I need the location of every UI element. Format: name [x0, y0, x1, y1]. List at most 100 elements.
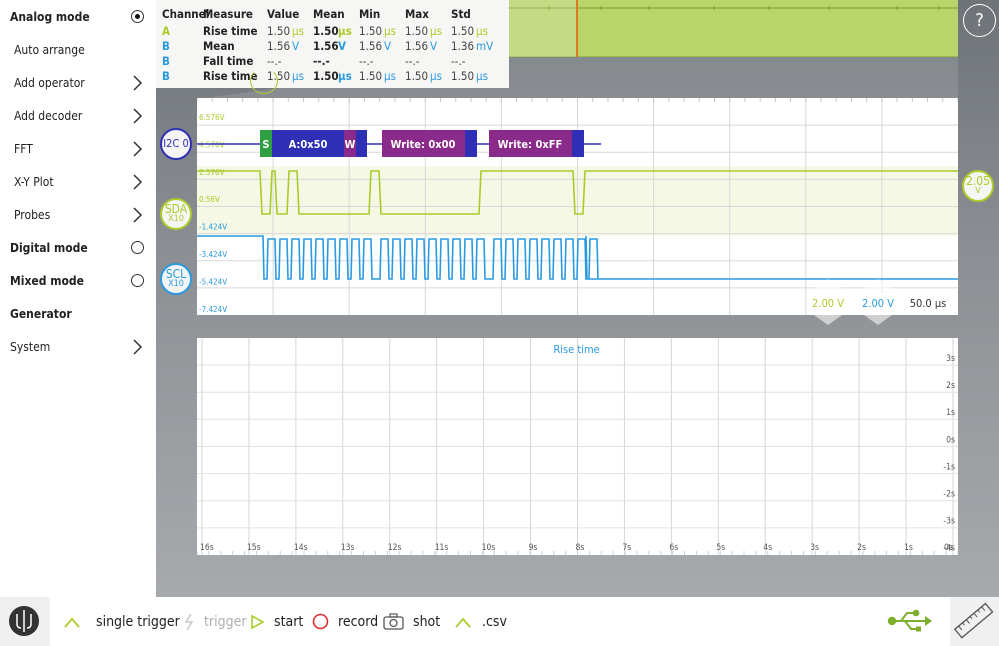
radio-button[interactable]: [131, 241, 144, 254]
x-tick-label: 5s: [716, 543, 725, 553]
y-axis-label: -1.424V: [199, 223, 227, 232]
decode-label: W: [345, 138, 356, 151]
menu-item-label: System: [10, 339, 51, 354]
menu-item-label: Digital mode: [10, 240, 88, 255]
y-tick-label: -2s: [943, 490, 955, 500]
i2c-channel-label: I2C 0: [163, 137, 189, 150]
lightning-icon: [184, 613, 194, 630]
std-unit: µs: [476, 24, 488, 38]
menu-item-x-y-plot[interactable]: X-Y Plot: [0, 165, 156, 198]
max-value: --.-: [405, 54, 420, 68]
min-value: 1.50: [359, 24, 383, 38]
x-tick-label: 10s: [482, 543, 496, 553]
start-button[interactable]: start: [249, 597, 303, 646]
menu-item-add-decoder[interactable]: Add decoder: [0, 99, 156, 132]
column-header: Measure: [203, 7, 253, 21]
export-csv-button[interactable]: .csv: [454, 597, 507, 646]
min-value: --.-: [359, 54, 374, 68]
max-value: 1.50: [405, 24, 429, 38]
chevron-right-icon: [133, 206, 143, 223]
column-header: Min: [359, 7, 381, 21]
help-button[interactable]: ?: [963, 4, 996, 37]
x-tick-label: 12s: [388, 543, 402, 553]
decode-frame: [572, 130, 584, 157]
menu-item-mixed-mode[interactable]: Mixed mode: [0, 264, 156, 297]
scl-channel-badge[interactable]: SCL X10: [160, 263, 192, 295]
value-value: 1.56: [267, 39, 291, 53]
sda-channel-badge[interactable]: SDA X10: [160, 198, 192, 230]
std-value: --.-: [451, 54, 466, 68]
usb-connection-icon: [887, 609, 932, 632]
measurement-row[interactable]: B Mean 1.56 V 1.56 V 1.56 V 1.56 V 1.36 mV: [156, 38, 509, 53]
i2c-channel-badge[interactable]: I2C 0: [160, 128, 192, 160]
record-icon: [312, 613, 329, 630]
menu-item-generator[interactable]: Generator: [0, 297, 156, 330]
menu-item-fft[interactable]: FFT: [0, 132, 156, 165]
sda-channel-label: SDA: [164, 202, 188, 216]
menu-item-label: FFT: [14, 141, 33, 156]
trigger-level-badge[interactable]: 2.05 V: [962, 170, 994, 202]
max-unit: V: [430, 39, 438, 53]
measurement-row[interactable]: B Fall time --.- --.- --.- --.- --.-: [156, 53, 509, 68]
y-axis-label: 4.576V: [199, 140, 225, 149]
value-value: 1.50: [267, 24, 291, 38]
y-axis-label: 2.576V: [199, 168, 225, 177]
radio-button[interactable]: [131, 10, 144, 23]
menu-item-label: Generator: [10, 306, 72, 321]
camera-icon: [383, 613, 404, 630]
app-logo-button[interactable]: [0, 597, 50, 646]
x-tick-label: 6s: [669, 543, 678, 553]
overview-bar[interactable]: [509, 0, 958, 57]
measurement-table: Channel Measure Value Mean Min Max Std A Rise ti…: [156, 0, 509, 88]
max-value: 1.56: [405, 39, 429, 53]
measurement-row[interactable]: B Rise time 1.50 µs 1.50 µs 1.50 µs 1.50 µs 1.50 µs: [156, 68, 509, 83]
trigger-button[interactable]: trigger: [182, 597, 247, 646]
min-value: 1.50: [359, 69, 383, 83]
y-axis-label: 6.576V: [199, 113, 225, 122]
menu-item-auto-arrange[interactable]: Auto arrange: [0, 33, 156, 66]
trigger-position-marker[interactable]: [250, 68, 278, 94]
x-tick-label: 1s: [904, 543, 913, 553]
history-canvas: 16s 15s 14s 13s 12s 11s 10s 9s 8s 7s 6s 5s 4s 3s 2s 1s 0…: [197, 338, 958, 555]
measure-name: Rise time: [203, 24, 258, 38]
menu-item-probes[interactable]: Probes: [0, 198, 156, 231]
measure-tool-button[interactable]: [950, 597, 999, 646]
menu-item-label: Analog mode: [10, 9, 90, 24]
scl-trace: [197, 235, 958, 280]
measurement-history-chart[interactable]: 16s 15s 14s 13s 12s 11s 10s 9s 8s 7s 6s 5s 4s 3s 2s 1s 0…: [197, 338, 958, 555]
mean-unit: µs: [338, 69, 352, 83]
chevron-up-icon: [64, 617, 80, 628]
record-button[interactable]: record: [312, 597, 378, 646]
radio-button[interactable]: [131, 274, 144, 287]
menu-item-label: X-Y Plot: [14, 174, 54, 189]
csv-label: .csv: [482, 613, 507, 630]
std-value: 1.50: [451, 69, 475, 83]
single-trigger-button[interactable]: single trigger: [63, 597, 180, 646]
menu-item-analog-mode[interactable]: Analog mode: [0, 0, 156, 33]
std-value: 1.36: [451, 39, 475, 53]
channel-label: B: [162, 54, 170, 68]
y-axis-label: -5.424V: [199, 277, 227, 286]
decode-label: S: [262, 138, 269, 151]
x-tick-label: 3s: [810, 543, 819, 553]
x-tick-label: 2s: [857, 543, 866, 553]
y-tick-label: 3s: [946, 354, 955, 364]
mean-value: --.-: [313, 54, 330, 68]
scale-arrows: [811, 279, 895, 325]
value-unit: µs: [292, 24, 304, 38]
measurement-row[interactable]: A Rise time 1.50 µs 1.50 µs 1.50 µs 1.50 µs 1.50 µs: [156, 23, 509, 38]
side-menu: Analog mode Auto arrange Add operator Add d…: [0, 0, 156, 362]
mean-value: 1.56: [313, 39, 339, 53]
decode-label: Write: 0x00: [391, 138, 456, 151]
menu-item-system[interactable]: System: [0, 330, 156, 363]
menu-item-digital-mode[interactable]: Digital mode: [0, 231, 156, 264]
chevron-right-icon: [133, 107, 143, 124]
menu-item-label: Add operator: [14, 75, 85, 90]
start-label: start: [274, 613, 304, 630]
column-header: Max: [405, 7, 429, 21]
value-unit: µs: [292, 69, 304, 83]
min-value: 1.56: [359, 39, 383, 53]
menu-item-add-operator[interactable]: Add operator: [0, 66, 156, 99]
screenshot-button[interactable]: shot: [383, 597, 440, 646]
column-header: Std: [451, 7, 471, 21]
